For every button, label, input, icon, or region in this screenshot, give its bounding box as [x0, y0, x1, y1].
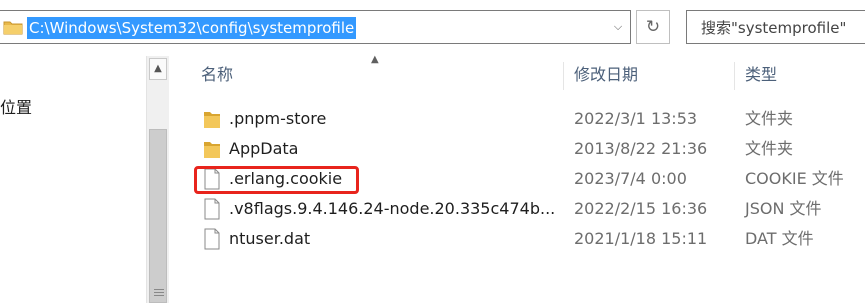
file-row[interactable]: .v8flags.9.4.146.24-node.20.335c474b... … — [169, 194, 865, 224]
file-name: AppData — [229, 139, 299, 158]
file-row[interactable]: ntuser.dat 2021/1/18 15:11 DAT 文件 — [169, 224, 865, 254]
file-date: 2022/3/1 13:53 — [574, 109, 698, 128]
nav-item-location[interactable]: 位置 — [0, 94, 32, 118]
file-type: DAT 文件 — [745, 229, 814, 248]
address-path[interactable]: C:\Windows\System32\config\systemprofile — [27, 17, 357, 39]
navigation-pane: 位置 — [0, 56, 146, 303]
file-date: 2022/2/15 16:36 — [574, 199, 708, 218]
file-row[interactable]: AppData 2013/8/22 21:36 文件夹 — [169, 134, 865, 164]
file-name: ntuser.dat — [229, 229, 311, 248]
file-date: 2021/1/18 15:11 — [574, 229, 708, 248]
folder-icon — [204, 112, 220, 128]
highlight-annotation — [194, 166, 359, 194]
file-type: JSON 文件 — [745, 199, 822, 218]
file-row[interactable]: .pnpm-store 2022/3/1 13:53 文件夹 — [169, 104, 865, 134]
chevron-down-icon[interactable]: ⌵ — [610, 18, 626, 36]
column-name[interactable]: 名称 — [191, 56, 561, 94]
file-type: 文件夹 — [745, 139, 794, 158]
folder-icon — [204, 142, 220, 158]
search-input[interactable]: 搜索"systemprofile" — [686, 10, 865, 44]
address-bar[interactable]: C:\Windows\System32\config\systemprofile… — [0, 10, 631, 44]
column-date[interactable]: 修改日期 — [564, 56, 734, 94]
refresh-button[interactable]: ↻ — [636, 10, 670, 44]
file-list: ▲ 名称 修改日期 类型 .pnpm-store 2022/3/1 13:53 … — [169, 54, 865, 303]
file-date: 2023/7/4 0:00 — [574, 169, 687, 188]
navigation-bar: C:\Windows\System32\config\systemprofile… — [0, 0, 865, 56]
scroll-thumb[interactable] — [149, 129, 167, 303]
column-type[interactable]: 类型 — [735, 56, 865, 94]
refresh-icon: ↻ — [645, 17, 661, 37]
file-date: 2013/8/22 21:36 — [574, 139, 708, 158]
file-icon — [204, 228, 220, 250]
file-name: .v8flags.9.4.146.24-node.20.335c474b... — [229, 199, 556, 218]
scroll-up-button[interactable]: ▲ — [149, 58, 167, 80]
grip-icon — [154, 287, 164, 298]
column-header: ▲ 名称 修改日期 类型 — [169, 54, 865, 94]
folder-icon — [3, 21, 23, 35]
search-placeholder: 搜索"systemprofile" — [701, 19, 847, 37]
file-name: .pnpm-store — [229, 109, 327, 128]
file-type: COOKIE 文件 — [745, 169, 844, 188]
file-type: 文件夹 — [745, 109, 794, 128]
file-icon — [204, 198, 220, 220]
vertical-scrollbar[interactable]: ▲ — [146, 56, 169, 303]
